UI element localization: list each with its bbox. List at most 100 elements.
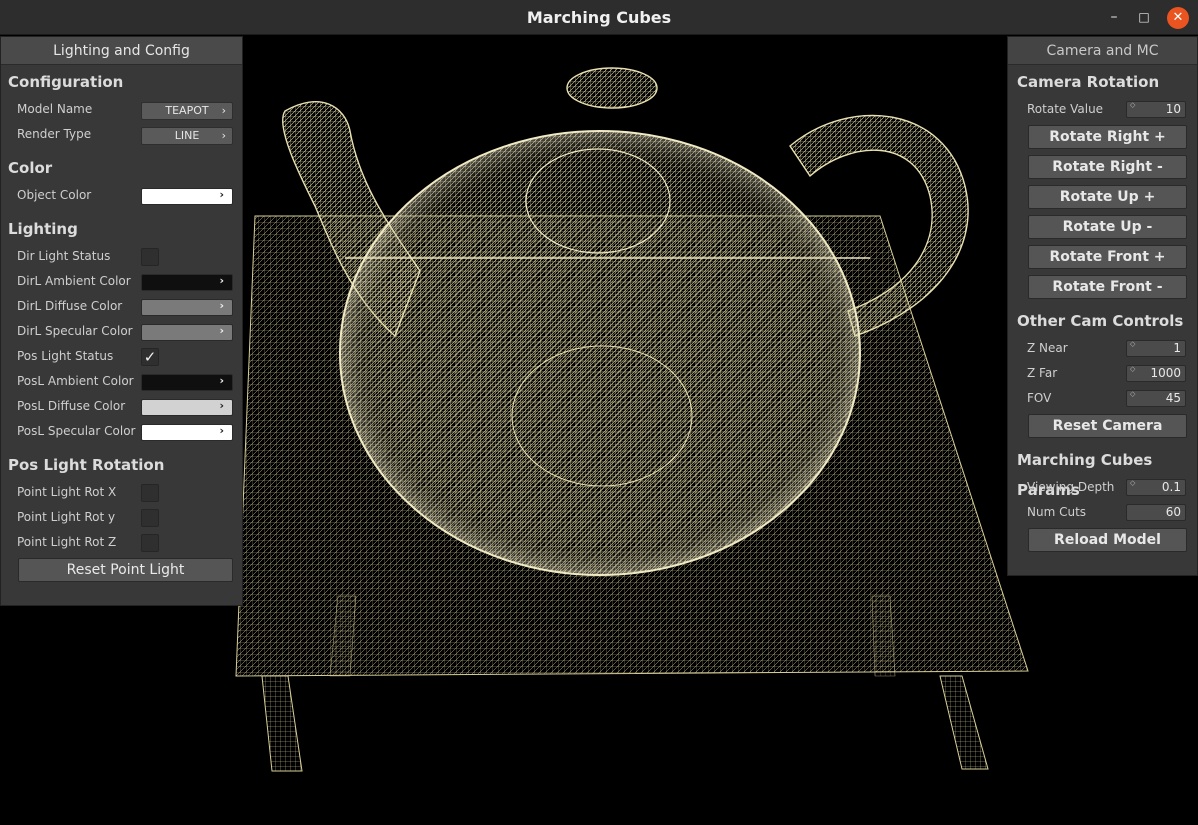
- rot-z-checkbox[interactable]: [141, 534, 159, 552]
- viewing-depth-value: 0.1: [1161, 480, 1181, 494]
- spinner-icon: ◇: [1130, 340, 1136, 348]
- fov-value: 45: [1165, 391, 1181, 405]
- dir-ambient-row: DirL Ambient Color ›: [1, 269, 242, 294]
- z-near-label: Z Near: [1027, 341, 1068, 355]
- object-color-label: Object Color: [17, 188, 92, 202]
- chevron-right-icon: ›: [221, 104, 226, 117]
- pos-ambient-color-picker[interactable]: ›: [141, 374, 233, 391]
- pos-light-status-checkbox[interactable]: ✓: [141, 348, 159, 366]
- dir-diffuse-color-picker[interactable]: ›: [141, 299, 233, 316]
- rotate-up-plus-row: Rotate Up +: [1008, 182, 1197, 212]
- render-type-label: Render Type: [17, 127, 92, 141]
- dir-specular-color-picker[interactable]: ›: [141, 324, 233, 341]
- pos-ambient-label: PosL Ambient Color: [17, 374, 134, 388]
- render-type-row: Render Type LINE ›: [1, 122, 242, 147]
- chevron-right-icon: ›: [219, 424, 224, 437]
- rot-y-row: Point Light Rot y: [1, 505, 242, 530]
- rotate-front-plus-button[interactable]: Rotate Front +: [1028, 245, 1187, 269]
- dir-ambient-color-picker[interactable]: ›: [141, 274, 233, 291]
- rotate-right-minus-row: Rotate Right -: [1008, 152, 1197, 182]
- model-name-select[interactable]: TEAPOT ›: [141, 102, 233, 120]
- rotate-up-minus-row: Rotate Up -: [1008, 212, 1197, 242]
- rotate-right-plus-row: Rotate Right +: [1008, 122, 1197, 152]
- pos-specular-color-picker[interactable]: ›: [141, 424, 233, 441]
- lighting-heading: Lighting: [8, 220, 78, 238]
- spinner-icon: ◇: [1130, 390, 1136, 398]
- panel-title[interactable]: Lighting and Config: [1, 37, 242, 65]
- lighting-config-panel: Lighting and Config Configuration Model …: [0, 36, 243, 606]
- chevron-right-icon: ›: [219, 324, 224, 337]
- minimize-icon[interactable]: –: [1103, 7, 1125, 29]
- pos-diffuse-row: PosL Diffuse Color ›: [1, 394, 242, 419]
- rot-x-checkbox[interactable]: [141, 484, 159, 502]
- dir-light-status-row: Dir Light Status: [1, 244, 242, 269]
- dir-diffuse-row: DirL Diffuse Color ›: [1, 294, 242, 319]
- rotate-up-plus-button[interactable]: Rotate Up +: [1028, 185, 1187, 209]
- model-name-label: Model Name: [17, 102, 93, 116]
- reset-point-light-button[interactable]: Reset Point Light: [18, 558, 233, 582]
- num-cuts-label: Num Cuts: [1027, 505, 1087, 519]
- maximize-icon[interactable]: □: [1133, 7, 1155, 29]
- z-near-input[interactable]: ◇ 1: [1126, 340, 1186, 357]
- spinner-icon: ◇: [1130, 101, 1136, 109]
- z-near-row: Z Near ◇ 1: [1008, 336, 1197, 361]
- close-icon[interactable]: ✕: [1167, 7, 1189, 29]
- dir-light-status-checkbox[interactable]: [141, 248, 159, 266]
- window-title: Marching Cubes: [526, 8, 672, 27]
- rotate-value-input[interactable]: ◇ 10: [1126, 101, 1186, 118]
- pos-ambient-row: PosL Ambient Color ›: [1, 369, 242, 394]
- rotate-up-minus-button[interactable]: Rotate Up -: [1028, 215, 1187, 239]
- fov-input[interactable]: ◇ 45: [1126, 390, 1186, 407]
- pos-specular-row: PosL Specular Color ›: [1, 419, 242, 444]
- chevron-right-icon: ›: [219, 188, 224, 201]
- model-name-row: Model Name TEAPOT ›: [1, 97, 242, 122]
- fov-label: FOV: [1027, 391, 1052, 405]
- rotate-value-row: Rotate Value ◇ 10: [1008, 97, 1197, 122]
- reload-model-row: Reload Model: [1008, 525, 1197, 555]
- configuration-heading: Configuration: [8, 73, 124, 91]
- dir-specular-row: DirL Specular Color ›: [1, 319, 242, 344]
- rotate-value: 10: [1165, 102, 1181, 116]
- chevron-right-icon: ›: [219, 399, 224, 412]
- pos-light-status-row: Pos Light Status ✓: [1, 344, 242, 369]
- dir-light-status-label: Dir Light Status: [17, 249, 111, 263]
- fov-row: FOV ◇ 45: [1008, 386, 1197, 411]
- rot-y-label: Point Light Rot y: [17, 510, 116, 524]
- chevron-right-icon: ›: [219, 374, 224, 387]
- object-color-picker[interactable]: ›: [141, 188, 233, 205]
- z-far-label: Z Far: [1027, 366, 1058, 380]
- dir-specular-label: DirL Specular Color: [17, 324, 133, 338]
- num-cuts-value: 60: [1165, 505, 1181, 519]
- render-type-select[interactable]: LINE ›: [141, 127, 233, 145]
- viewing-depth-label: Viewing Depth: [1027, 480, 1115, 494]
- rotate-front-minus-row: Rotate Front -: [1008, 272, 1197, 302]
- pos-specular-label: PosL Specular Color: [17, 424, 136, 438]
- viewing-depth-input[interactable]: ◇ 0.1: [1126, 479, 1186, 496]
- z-far-input[interactable]: ◇ 1000: [1126, 365, 1186, 382]
- pos-light-status-label: Pos Light Status: [17, 349, 114, 363]
- object-color-row: Object Color ›: [1, 183, 242, 208]
- chevron-right-icon: ›: [219, 274, 224, 287]
- rot-z-label: Point Light Rot Z: [17, 535, 117, 549]
- rot-z-row: Point Light Rot Z: [1, 530, 242, 555]
- z-near-value: 1: [1173, 341, 1181, 355]
- z-far-value: 1000: [1150, 366, 1181, 380]
- rot-x-label: Point Light Rot X: [17, 485, 117, 499]
- rotate-right-plus-button[interactable]: Rotate Right +: [1028, 125, 1187, 149]
- rotate-right-minus-button[interactable]: Rotate Right -: [1028, 155, 1187, 179]
- reset-camera-button[interactable]: Reset Camera: [1028, 414, 1187, 438]
- panel-title[interactable]: Camera and MC: [1008, 37, 1197, 65]
- rot-y-checkbox[interactable]: [141, 509, 159, 527]
- reload-model-button[interactable]: Reload Model: [1028, 528, 1187, 552]
- camera-mc-panel: Camera and MC Camera Rotation Rotate Val…: [1007, 36, 1198, 576]
- num-cuts-row: Num Cuts 60: [1008, 500, 1197, 525]
- rotate-front-minus-button[interactable]: Rotate Front -: [1028, 275, 1187, 299]
- num-cuts-input[interactable]: 60: [1126, 504, 1186, 521]
- spinner-icon: ◇: [1130, 365, 1136, 373]
- pos-diffuse-label: PosL Diffuse Color: [17, 399, 126, 413]
- reset-camera-row: Reset Camera: [1008, 411, 1197, 441]
- pos-diffuse-color-picker[interactable]: ›: [141, 399, 233, 416]
- spinner-icon: ◇: [1130, 479, 1136, 487]
- chevron-right-icon: ›: [221, 129, 226, 142]
- rotate-front-plus-row: Rotate Front +: [1008, 242, 1197, 272]
